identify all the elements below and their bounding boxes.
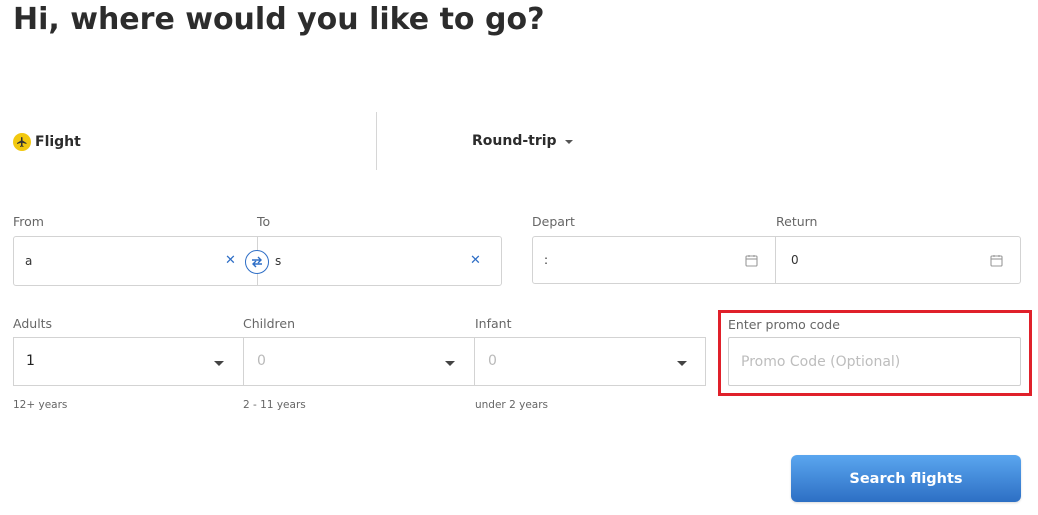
adults-select[interactable]	[13, 337, 244, 386]
from-input[interactable]: a	[25, 254, 32, 268]
trip-mode-dropdown[interactable]: Round-trip	[472, 130, 573, 152]
depart-input[interactable]: :	[544, 253, 548, 267]
to-label: To	[257, 214, 271, 229]
trip-mode-label: Round-trip	[472, 133, 557, 149]
adults-label: Adults	[13, 316, 53, 331]
divider	[376, 112, 377, 170]
page-title: Hi, where would you like to go?	[13, 2, 545, 37]
infant-hint: under 2 years	[475, 399, 549, 411]
children-hint: 2 - 11 years	[243, 399, 306, 411]
chevron-down-icon	[445, 361, 455, 366]
depart-label: Depart	[532, 214, 575, 229]
infant-label: Infant	[475, 316, 512, 331]
adults-value: 1	[26, 353, 35, 369]
calendar-icon[interactable]	[745, 252, 758, 271]
children-value: 0	[257, 353, 266, 369]
infant-value: 0	[488, 353, 497, 369]
chevron-down-icon	[214, 361, 224, 366]
promo-code-input[interactable]	[728, 337, 1021, 386]
airplane-icon	[13, 133, 31, 151]
to-input[interactable]: s	[275, 254, 281, 268]
children-label: Children	[243, 316, 296, 331]
from-label: From	[13, 214, 44, 229]
dates-divider	[775, 237, 776, 283]
children-select[interactable]	[243, 337, 475, 386]
swap-arrows-icon[interactable]	[245, 250, 269, 274]
dates-box	[532, 236, 1021, 284]
clear-from-icon[interactable]: ✕	[225, 253, 236, 268]
chevron-down-icon	[564, 140, 573, 144]
trip-type-label: Flight	[35, 134, 81, 150]
search-flights-button[interactable]: Search flights	[791, 455, 1021, 502]
return-label: Return	[776, 214, 818, 229]
trip-type-flight[interactable]: Flight	[13, 131, 81, 153]
chevron-down-icon	[677, 361, 687, 366]
promo-label: Enter promo code	[728, 317, 840, 332]
return-input[interactable]: 0	[791, 253, 799, 267]
clear-to-icon[interactable]: ✕	[470, 253, 481, 268]
infant-select[interactable]	[474, 337, 706, 386]
calendar-icon[interactable]	[990, 252, 1003, 271]
adults-hint: 12+ years	[13, 399, 68, 411]
